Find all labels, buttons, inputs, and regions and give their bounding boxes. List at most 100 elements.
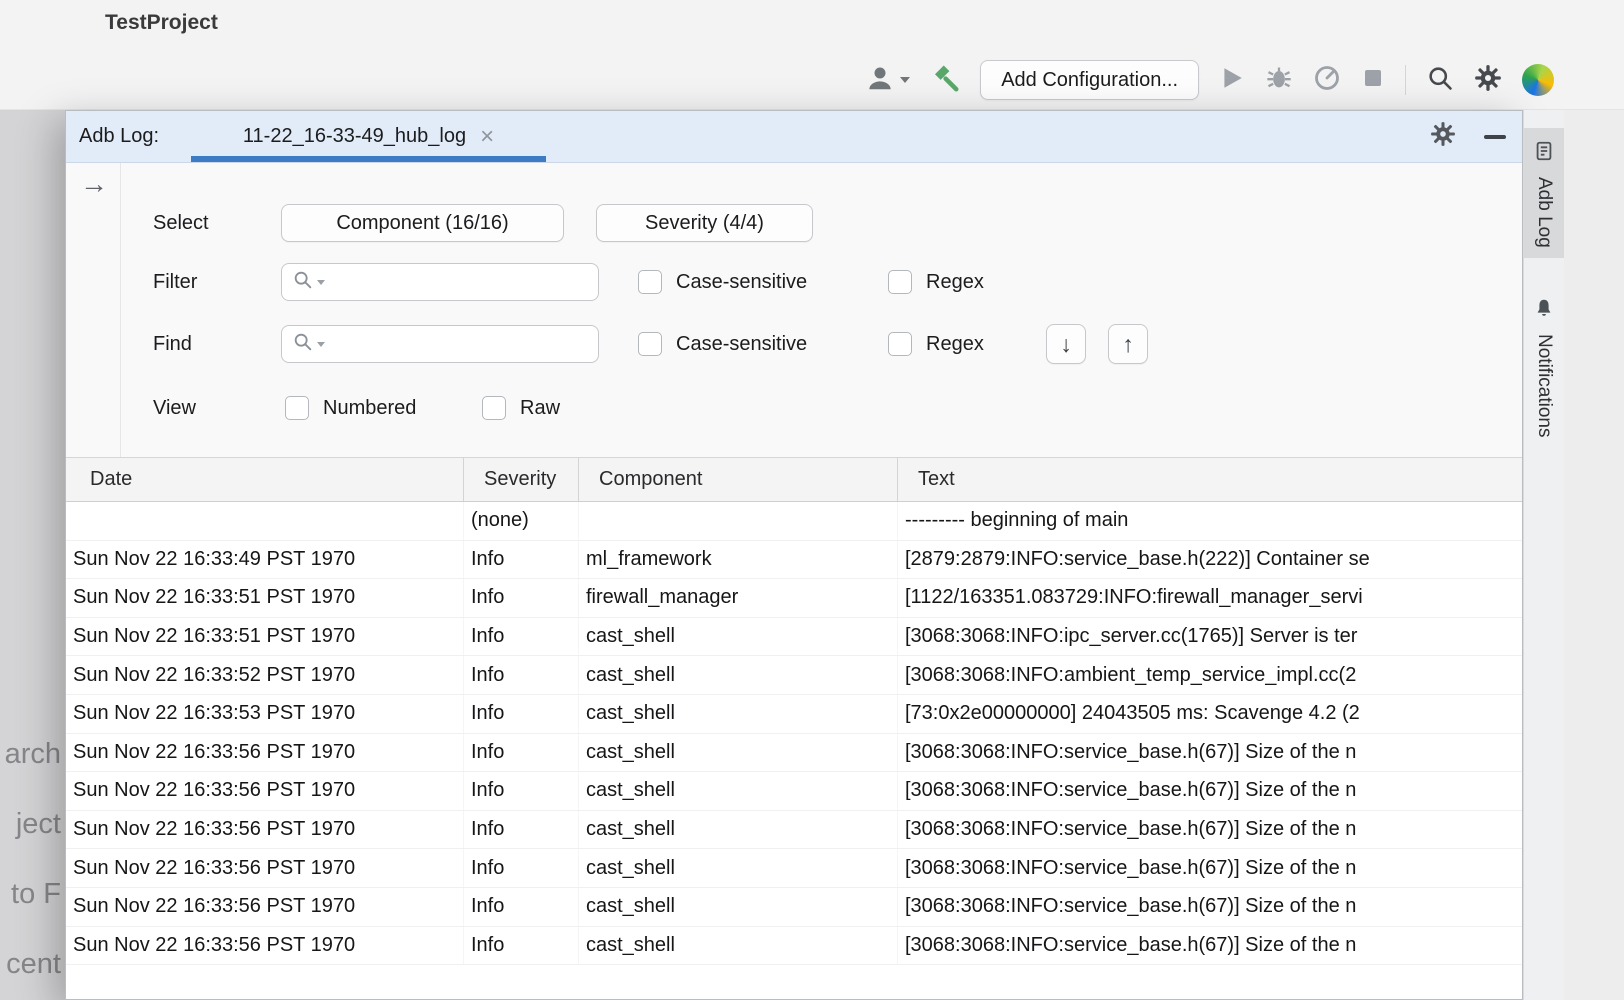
table-row[interactable]: Sun Nov 22 16:33:49 PST 1970 Info ml_fra…	[66, 541, 1522, 580]
search-history-chevron-icon[interactable]	[317, 280, 325, 285]
controls-gutter: →	[66, 163, 121, 457]
stripe-tab-adb-log-label: Adb Log	[1533, 177, 1555, 248]
log-text-cell: [73:0x2e00000000] 24043505 ms: Scavenge …	[898, 695, 1522, 733]
stop-button[interactable]	[1361, 66, 1385, 95]
table-row[interactable]: Sun Nov 22 16:33:51 PST 1970 Info cast_s…	[66, 618, 1522, 657]
log-text-cell: [2879:2879:INFO:service_base.h(222)] Con…	[898, 541, 1522, 579]
profile-button[interactable]	[1313, 64, 1341, 97]
table-row[interactable]: Sun Nov 22 16:33:56 PST 1970 Info cast_s…	[66, 772, 1522, 811]
view-numbered-checkbox[interactable]	[285, 396, 309, 420]
column-header-text[interactable]: Text	[898, 458, 1522, 501]
table-row[interactable]: Sun Nov 22 16:33:56 PST 1970 Info cast_s…	[66, 888, 1522, 927]
view-numbered-option[interactable]: Numbered	[285, 389, 416, 427]
table-row[interactable]: Sun Nov 22 16:33:53 PST 1970 Info cast_s…	[66, 695, 1522, 734]
background-hint: arch	[5, 738, 61, 771]
log-text-cell: [1122/163351.083729:INFO:firewall_manage…	[898, 579, 1522, 617]
log-date-cell: Sun Nov 22 16:33:53 PST 1970	[66, 695, 464, 733]
stripe-tab-notifications-label: Notifications	[1533, 334, 1555, 438]
find-regex-checkbox[interactable]	[888, 332, 912, 356]
log-file-tab-label: 11-22_16-33-49_hub_log	[243, 125, 466, 148]
column-header-component[interactable]: Component	[579, 458, 898, 501]
log-severity-cell: Info	[464, 734, 579, 772]
component-filter-button[interactable]: Component (16/16)	[281, 204, 564, 242]
log-file-tab[interactable]: 11-22_16-33-49_hub_log ×	[191, 111, 546, 162]
table-row[interactable]: Sun Nov 22 16:33:56 PST 1970 Info cast_s…	[66, 734, 1522, 773]
search-icon	[292, 269, 314, 296]
stripe-tab-notifications[interactable]: Notifications	[1524, 285, 1564, 465]
log-severity-cell: (none)	[464, 502, 579, 540]
table-row[interactable]: Sun Nov 22 16:33:51 PST 1970 Info firewa…	[66, 579, 1522, 618]
log-date-cell: Sun Nov 22 16:33:56 PST 1970	[66, 927, 464, 965]
filter-input-wrap	[281, 263, 599, 301]
log-component-cell: cast_shell	[579, 811, 898, 849]
log-severity-cell: Info	[464, 888, 579, 926]
find-regex-option[interactable]: Regex	[888, 325, 984, 363]
find-previous-button[interactable]: ↑	[1108, 324, 1148, 364]
log-component-cell: cast_shell	[579, 888, 898, 926]
log-date-cell: Sun Nov 22 16:33:56 PST 1970	[66, 772, 464, 810]
column-header-date[interactable]: Date	[66, 458, 464, 501]
hammer-icon	[930, 63, 960, 98]
log-component-cell: cast_shell	[579, 695, 898, 733]
ide-logo-icon[interactable]	[1522, 64, 1554, 96]
table-row[interactable]: Sun Nov 22 16:33:56 PST 1970 Info cast_s…	[66, 927, 1522, 966]
add-configuration-button[interactable]: Add Configuration...	[980, 60, 1199, 100]
table-row[interactable]: Sun Nov 22 16:33:56 PST 1970 Info cast_s…	[66, 849, 1522, 888]
find-input[interactable]	[328, 326, 598, 362]
log-document-icon	[1533, 140, 1555, 167]
selected-tab-underline	[191, 156, 546, 162]
run-button[interactable]	[1219, 65, 1245, 96]
log-date-cell: Sun Nov 22 16:33:51 PST 1970	[66, 579, 464, 617]
find-input-wrap	[281, 325, 599, 363]
filter-case-sensitive-option[interactable]: Case-sensitive	[638, 263, 807, 301]
filter-case-sensitive-label: Case-sensitive	[676, 271, 807, 294]
filter-input[interactable]	[328, 264, 598, 300]
view-raw-option[interactable]: Raw	[482, 389, 560, 427]
table-row[interactable]: (none) --------- beginning of main	[66, 502, 1522, 541]
chevron-down-icon	[900, 77, 910, 83]
search-history-chevron-icon[interactable]	[317, 342, 325, 347]
find-next-button[interactable]: ↓	[1046, 324, 1086, 364]
user-menu-button[interactable]	[865, 63, 910, 98]
log-component-cell: firewall_manager	[579, 579, 898, 617]
view-label: View	[153, 389, 196, 427]
log-text-cell: [3068:3068:INFO:service_base.h(67)] Size…	[898, 927, 1522, 965]
log-severity-cell: Info	[464, 541, 579, 579]
log-severity-cell: Info	[464, 618, 579, 656]
minimize-icon[interactable]	[1484, 135, 1506, 139]
filter-regex-checkbox[interactable]	[888, 270, 912, 294]
view-raw-checkbox[interactable]	[482, 396, 506, 420]
background-window-strip: arch ject to F cent vigat	[0, 110, 65, 1000]
stripe-tab-adb-log[interactable]: Adb Log	[1524, 128, 1564, 258]
log-date-cell: Sun Nov 22 16:33:56 PST 1970	[66, 849, 464, 887]
select-label: Select	[153, 204, 209, 242]
build-button[interactable]	[930, 63, 960, 98]
log-date-cell	[66, 502, 464, 540]
settings-button[interactable]	[1474, 64, 1502, 97]
log-date-cell: Sun Nov 22 16:33:56 PST 1970	[66, 734, 464, 772]
log-severity-cell: Info	[464, 927, 579, 965]
table-row[interactable]: Sun Nov 22 16:33:56 PST 1970 Info cast_s…	[66, 811, 1522, 850]
severity-filter-button[interactable]: Severity (4/4)	[596, 204, 813, 242]
background-hint: to F	[11, 878, 61, 911]
find-case-sensitive-option[interactable]: Case-sensitive	[638, 325, 807, 363]
collapse-arrow-icon[interactable]: →	[80, 167, 108, 201]
debug-button[interactable]	[1265, 64, 1293, 97]
find-case-sensitive-checkbox[interactable]	[638, 332, 662, 356]
table-row[interactable]: Sun Nov 22 16:33:52 PST 1970 Info cast_s…	[66, 656, 1522, 695]
close-icon[interactable]: ×	[480, 125, 494, 149]
filter-label: Filter	[153, 263, 197, 301]
log-component-cell: cast_shell	[579, 927, 898, 965]
play-icon	[1219, 65, 1245, 96]
log-text-cell: [3068:3068:INFO:service_base.h(67)] Size…	[898, 888, 1522, 926]
find-case-sensitive-label: Case-sensitive	[676, 333, 807, 356]
log-date-cell: Sun Nov 22 16:33:49 PST 1970	[66, 541, 464, 579]
search-everywhere-button[interactable]	[1426, 64, 1454, 97]
tool-window-settings-button[interactable]	[1430, 121, 1456, 152]
user-icon	[865, 63, 895, 98]
filter-case-sensitive-checkbox[interactable]	[638, 270, 662, 294]
filter-regex-option[interactable]: Regex	[888, 263, 984, 301]
column-header-severity[interactable]: Severity	[464, 458, 579, 501]
log-component-cell	[579, 502, 898, 540]
background-hint: cent	[6, 948, 61, 981]
